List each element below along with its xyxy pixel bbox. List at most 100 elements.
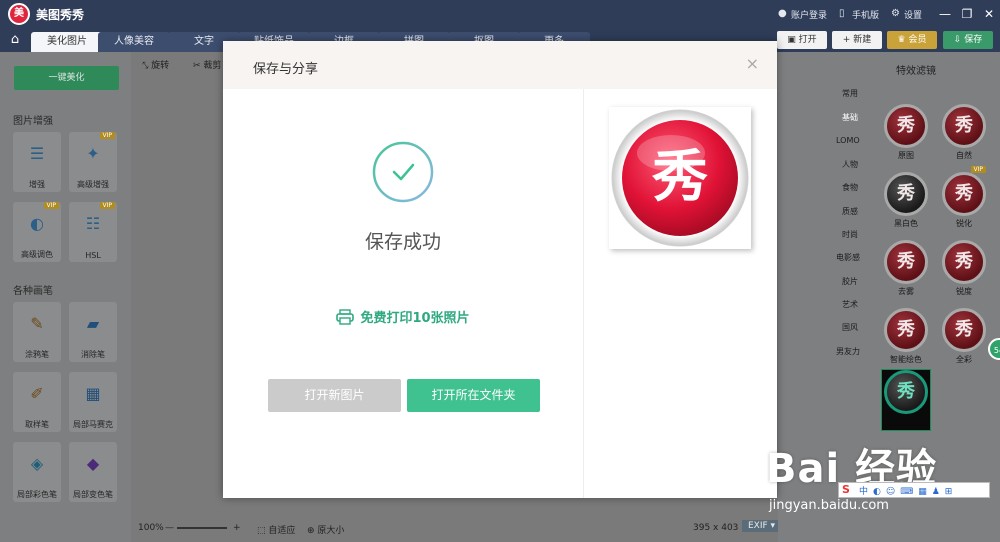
filter-dehaze[interactable]: 秀 去雾 xyxy=(882,240,930,300)
watermark-url: jingyan.baidu.com xyxy=(769,498,889,513)
category-food[interactable]: 食物 xyxy=(842,182,858,193)
category-boyfriend[interactable]: 男友力 xyxy=(836,346,860,357)
filter-sharpness[interactable]: 秀 锐度 xyxy=(940,240,988,300)
actual-size-button[interactable]: ⊕ 原大小 xyxy=(307,523,344,536)
free-print-link[interactable]: 免费打印10张照片 xyxy=(223,307,583,326)
zoom-slider[interactable] xyxy=(177,527,227,529)
mosaic-icon: ▦ xyxy=(85,384,101,403)
zoom-out-button[interactable]: — xyxy=(165,523,174,533)
category-fashion[interactable]: 时尚 xyxy=(842,229,858,240)
tool-doodle-brush[interactable]: ✎ 涂鸦笔 xyxy=(13,302,61,362)
crop-tool[interactable]: ✂ 裁剪 xyxy=(193,58,221,71)
category-art[interactable]: 艺术 xyxy=(842,299,858,310)
tool-eraser[interactable]: ▰ 消除笔 xyxy=(69,302,117,362)
user-icon: ● xyxy=(777,8,787,19)
tool-mosaic[interactable]: ▦ 局部马赛克 xyxy=(69,372,117,432)
member-button[interactable]: ♛ 会员 xyxy=(887,31,937,49)
color-pen-icon: ◈ xyxy=(30,454,44,473)
rotate-icon: ⤡ xyxy=(141,61,149,71)
phone-icon: ▯ xyxy=(838,8,845,19)
success-check-icon xyxy=(372,141,434,203)
tool-color-pen[interactable]: ◈ 局部彩色笔 xyxy=(13,442,61,502)
tool-sample-brush[interactable]: ✐ 取样笔 xyxy=(13,372,61,432)
filter-thumb: 秀 xyxy=(884,104,928,148)
ime-logo-icon: S xyxy=(842,483,850,496)
tool-advanced-enhance[interactable]: VIP ✦ 高级增强 xyxy=(69,132,117,192)
ime-toolbar[interactable]: S 中◐☺⌨▦♟⊞ xyxy=(838,482,990,498)
open-folder-button[interactable]: 打开所在文件夹 xyxy=(407,379,540,412)
save-success-text: 保存成功 xyxy=(364,231,441,253)
brush-icon: ✎ xyxy=(30,314,44,333)
eraser-icon: ▰ xyxy=(86,314,100,333)
filter-thumb: 秀 xyxy=(884,308,928,352)
open-button[interactable]: ▣ 打开 xyxy=(777,31,827,49)
dialog-title: 保存与分享 xyxy=(253,62,319,77)
crop-icon: ✂ xyxy=(193,61,201,71)
category-texture[interactable]: 质感 xyxy=(842,206,858,217)
restore-button[interactable]: ❐ xyxy=(956,7,978,21)
title-bar: 美 美图秀秀 ● 账户登录 ▯ 手机版 ⚙ 设置 — ❐ ✕ xyxy=(0,0,1000,28)
category-film[interactable]: 胶片 xyxy=(842,276,858,287)
open-new-image-button[interactable]: 打开新图片 xyxy=(268,379,401,412)
dialog-close-icon[interactable]: × xyxy=(746,54,759,73)
tool-advanced-color[interactable]: VIP ◐ 高级调色 xyxy=(13,202,61,262)
filter-panel-title: 特效滤镜 xyxy=(896,66,936,77)
close-window-button[interactable]: ✕ xyxy=(978,7,1000,21)
wand-icon: ✦ xyxy=(86,144,100,163)
hsl-sliders-icon: ☷ xyxy=(85,214,101,233)
category-lomo[interactable]: LOMO xyxy=(836,136,860,145)
exif-button[interactable]: EXIF ▾ xyxy=(742,520,782,532)
app-title: 美图秀秀 xyxy=(36,7,85,22)
filter-thumb: 秀 xyxy=(942,104,986,148)
save-button[interactable]: ⇩ 保存 xyxy=(943,31,993,49)
filter-thumb: 秀 xyxy=(942,308,986,352)
left-tool-panel: 一键美化 图片增强 ☰ 增强 VIP ✦ 高级增强 VIP ◐ 高级调色 VIP… xyxy=(0,52,131,542)
floating-badge[interactable]: 54 xyxy=(988,338,1000,360)
app-logo: 美 xyxy=(8,3,30,25)
filter-sharpen[interactable]: VIP 秀 锐化 xyxy=(940,166,988,232)
one-click-beautify-button[interactable]: 一键美化 xyxy=(14,66,119,90)
category-film-feel[interactable]: 电影感 xyxy=(836,252,860,263)
filter-thumb: 秀 xyxy=(942,172,986,216)
filter-full-color[interactable]: 秀 全彩 xyxy=(940,308,988,368)
tool-hsl[interactable]: VIP ☷ HSL xyxy=(69,202,117,262)
sliders-icon: ☰ xyxy=(29,144,45,163)
tool-enhance[interactable]: ☰ 增强 xyxy=(13,132,61,192)
login-link[interactable]: ● 账户登录 xyxy=(778,8,827,21)
ime-tools-icon: 中◐☺⌨▦♟⊞ xyxy=(859,487,958,497)
sample-brush-icon: ✐ xyxy=(30,384,44,403)
settings-link[interactable]: ⚙ 设置 xyxy=(891,8,922,21)
thumb-glyph: 秀 xyxy=(652,145,708,210)
rotate-tool[interactable]: ⤡ 旋转 xyxy=(141,58,169,71)
section-enhance-title: 图片增强 xyxy=(13,116,53,127)
zoom-level: 100% xyxy=(138,523,164,533)
category-common[interactable]: 常用 xyxy=(842,88,858,99)
filter-natural[interactable]: 秀 自然 xyxy=(940,104,988,164)
tool-recolor-pen[interactable]: ◆ 局部变色笔 xyxy=(69,442,117,502)
category-basic[interactable]: 基础 xyxy=(842,112,858,123)
filter-thumb: 秀 xyxy=(884,370,928,414)
filter-thumb: 秀 xyxy=(884,240,928,284)
home-icon[interactable]: ⌂ xyxy=(0,28,30,52)
filter-smart-color[interactable]: 秀 智能绘色 xyxy=(882,308,930,368)
status-bar: 100% — + ⬚ 自适应 ⊕ 原大小 395 x 403 EXIF ▾ ◧ … xyxy=(131,518,831,542)
palette-icon: ◐ xyxy=(30,214,44,233)
recolor-pen-icon: ◆ xyxy=(86,454,100,473)
filter-original[interactable]: 秀 原图 xyxy=(882,104,930,164)
save-share-dialog: 保存与分享 × 保存成功 免费打印10张照片 打开新图片 打开所在文件夹 秀 xyxy=(223,41,777,498)
zoom-in-button[interactable]: + xyxy=(233,523,241,533)
category-guofeng[interactable]: 国风 xyxy=(842,322,858,333)
category-people[interactable]: 人物 xyxy=(842,159,858,170)
minimize-button[interactable]: — xyxy=(934,7,956,21)
dialog-divider xyxy=(583,89,584,498)
tab-portrait[interactable]: 人像美容 xyxy=(98,32,170,52)
saved-image-thumbnail: 秀 xyxy=(609,107,751,249)
filter-black-white[interactable]: 秀 黑白色 xyxy=(882,172,930,232)
filter-thumb: 秀 xyxy=(884,172,928,216)
new-button[interactable]: + 新建 xyxy=(832,31,882,49)
tab-beautify[interactable]: 美化图片 xyxy=(31,32,103,52)
fit-button[interactable]: ⬚ 自适应 xyxy=(257,523,295,536)
filter-neon[interactable]: 秀 xyxy=(881,369,931,431)
image-size: 395 x 403 xyxy=(693,523,739,533)
phone-link[interactable]: ▯ 手机版 xyxy=(839,8,879,21)
